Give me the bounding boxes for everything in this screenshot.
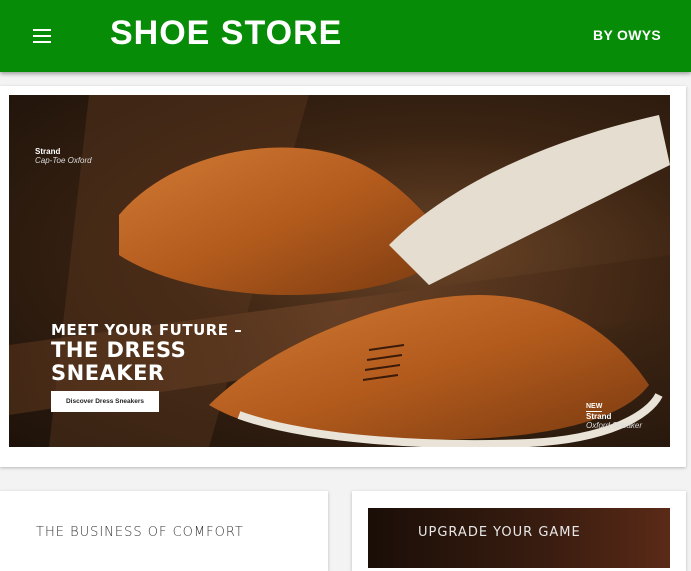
bottom-tag-name: Strand <box>586 412 612 421</box>
promo-title: UPGRADE YOUR GAME <box>418 525 581 540</box>
headline-line1: MEET YOUR FUTURE – <box>51 321 243 339</box>
top-tag-style: Cap-Toe Oxford <box>35 156 92 165</box>
byline-link[interactable]: BY OWYS <box>593 27 661 43</box>
hero-card: Strand Cap-Toe Oxford MEET YOUR FUTURE –… <box>0 86 686 467</box>
new-badge: NEW <box>586 403 603 412</box>
headline-line3: SNEAKER <box>51 361 165 385</box>
hero-headline: MEET YOUR FUTURE – THE DRESS SNEAKER <box>51 321 242 385</box>
top-shoe-tag: Strand Cap-Toe Oxford <box>35 147 92 165</box>
store-title: SHOE STORE <box>110 14 343 52</box>
promo-title: THE BUSINESS OF COMFORT <box>36 525 244 540</box>
menu-icon-line <box>33 41 51 43</box>
app-bar: SHOE STORE BY OWYS <box>0 0 691 72</box>
hero-banner[interactable]: Strand Cap-Toe Oxford MEET YOUR FUTURE –… <box>9 95 670 447</box>
bottom-tag-style: Oxford Sneaker <box>586 421 643 430</box>
menu-button[interactable] <box>22 20 62 52</box>
promo-card-upgrade[interactable]: UPGRADE YOUR GAME <box>352 491 686 571</box>
bottom-shoe-tag: NEW Strand Oxford Sneaker <box>586 401 642 430</box>
discover-button[interactable]: Discover Dress Sneakers <box>51 391 159 412</box>
headline-line2: THE DRESS <box>51 338 187 362</box>
promo-card-comfort[interactable]: THE BUSINESS OF COMFORT <box>0 491 328 571</box>
menu-icon-line <box>33 35 51 37</box>
menu-icon-line <box>33 29 51 31</box>
top-tag-name: Strand <box>35 147 61 156</box>
